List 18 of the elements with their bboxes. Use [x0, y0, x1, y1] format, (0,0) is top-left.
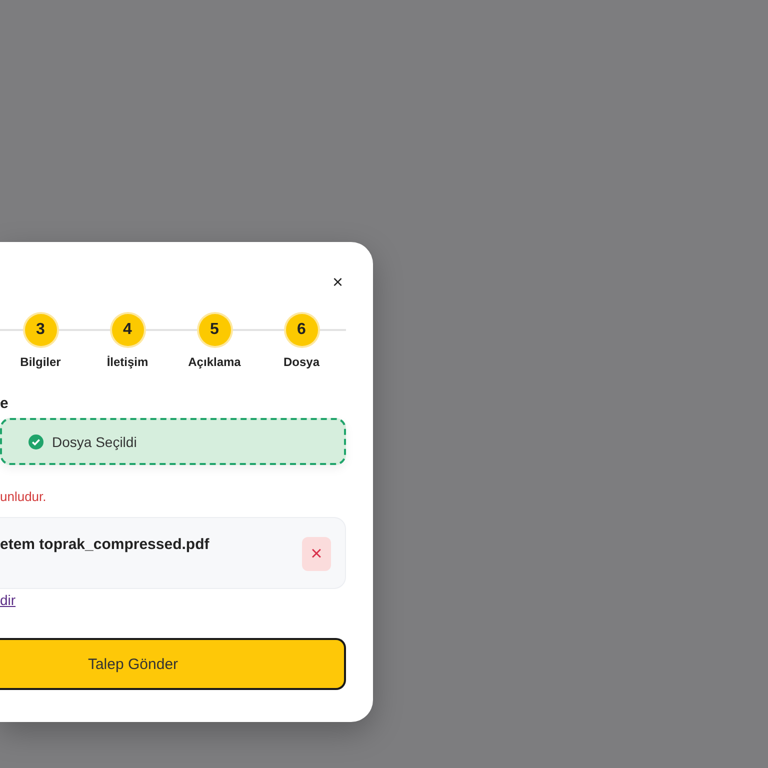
remove-file-button[interactable]: × — [302, 537, 331, 571]
dropzone-status: Dosya Seçildi — [52, 434, 137, 450]
step-number: 3 — [24, 314, 56, 346]
file-dropzone[interactable]: Dosya Seçildi — [0, 418, 346, 465]
submit-button[interactable]: Talep Gönder — [0, 638, 346, 690]
download-link[interactable]: dir — [0, 592, 16, 608]
step-label: Açıklama — [188, 355, 241, 369]
step-number: 4 — [112, 314, 144, 346]
step-number: 5 — [198, 314, 230, 346]
step-label: İletişim — [106, 355, 148, 369]
step-label: Bilgiler — [20, 355, 61, 369]
close-button[interactable]: × — [328, 272, 347, 292]
field-label: e — [0, 395, 10, 413]
check-circle-icon — [28, 434, 44, 450]
step-label: Dosya — [283, 355, 320, 369]
step-number: 6 — [286, 314, 318, 346]
error-message: unludur. — [0, 489, 48, 504]
file-name: etem toprak_compressed.pdf — [0, 536, 210, 555]
